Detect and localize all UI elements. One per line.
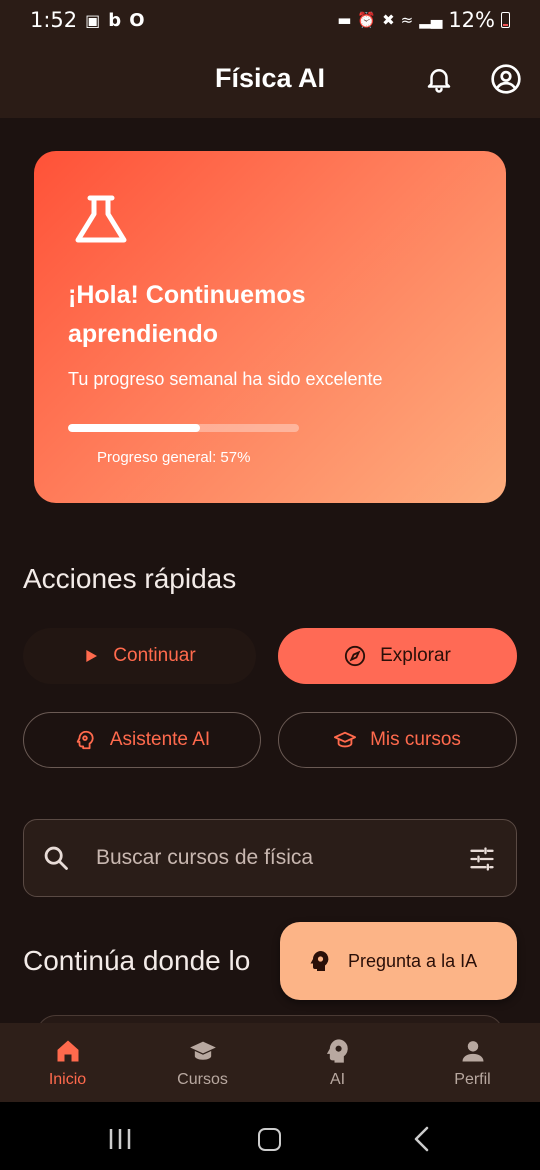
nav-item-perfil[interactable]: Perfil <box>405 1023 540 1102</box>
compass-icon <box>345 645 366 667</box>
progress-bar <box>68 424 299 432</box>
app-bar: Física AI <box>0 40 540 118</box>
ask-ai-fab[interactable]: Pregunta a la IA <box>280 922 517 1000</box>
bed-icon: ▬ <box>337 11 352 29</box>
back-icon[interactable] <box>412 1126 432 1152</box>
fab-label: Pregunta a la IA <box>348 950 478 971</box>
bell-icon <box>427 69 451 93</box>
status-left: 1:52 ▣ b O <box>30 8 145 32</box>
psychology-icon <box>326 1039 348 1063</box>
wifi-icon: ≈ <box>400 11 414 29</box>
nav-item-ai[interactable]: AI <box>270 1023 405 1102</box>
recents-icon[interactable] <box>108 1128 132 1150</box>
progress-label: Progreso general: 57% <box>97 449 251 466</box>
account-circle-icon <box>491 64 521 94</box>
alarm-icon: ⏰ <box>357 11 377 29</box>
nav-label-cursos: Cursos <box>177 1071 228 1088</box>
progress-fill <box>68 424 200 432</box>
status-bar: 1:52 ▣ b O ▬ ⏰ ✖ ≈ ▂▄ 12% <box>0 0 540 40</box>
person-icon <box>462 1041 483 1062</box>
psychology-icon <box>76 730 94 750</box>
nav-item-cursos[interactable]: Cursos <box>135 1023 270 1102</box>
status-right: ▬ ⏰ ✖ ≈ ▂▄ 12% <box>337 8 510 32</box>
play-icon <box>86 650 98 662</box>
my-courses-label: Mis cursos <box>370 729 461 750</box>
search-icon <box>44 846 68 870</box>
explore-button[interactable]: Explorar <box>278 628 517 684</box>
nav-item-inicio[interactable]: Inicio <box>0 1023 135 1102</box>
status-time: 1:52 <box>30 8 78 32</box>
search-box <box>23 819 517 897</box>
school-icon <box>334 731 357 748</box>
school-icon <box>189 1041 216 1060</box>
explore-label: Explorar <box>380 645 451 666</box>
nav-label-ai: AI <box>329 1071 346 1088</box>
b-icon: b <box>108 9 122 31</box>
home-icon <box>57 1040 78 1062</box>
psychology-icon <box>310 951 329 971</box>
home-button[interactable] <box>258 1128 281 1151</box>
nav-label-perfil: Perfil <box>454 1071 491 1088</box>
tune-icon[interactable] <box>468 845 496 873</box>
continue-button[interactable]: Continuar <box>23 628 256 684</box>
signal-icon: ▂▄ <box>419 11 443 29</box>
bottom-nav: Inicio Cursos AI Perfil <box>0 1023 540 1102</box>
notifications-button[interactable] <box>424 64 454 94</box>
hero-title: ¡Hola! Continuemos aprendiendo <box>68 281 306 348</box>
o-icon: O <box>129 9 145 31</box>
system-nav-bar <box>0 1102 540 1170</box>
mute-icon: ✖ <box>382 11 395 29</box>
quick-actions-title: Acciones rápidas <box>23 563 237 594</box>
image-icon: ▣ <box>85 10 101 30</box>
account-button[interactable] <box>490 63 522 95</box>
continue-section-title: Continúa donde lo <box>23 945 251 976</box>
nav-label-inicio: Inicio <box>48 1071 87 1088</box>
battery-level: 12% <box>448 8 495 32</box>
app-title: Física AI <box>214 63 326 93</box>
hero-subtitle: Tu progreso semanal ha sido excelente <box>68 369 383 389</box>
assistant-button[interactable]: Asistente AI <box>23 712 261 768</box>
flask-icon <box>75 195 127 243</box>
assistant-label: Asistente AI <box>109 729 211 750</box>
search-input[interactable] <box>96 840 456 876</box>
continue-label: Continuar <box>113 645 196 666</box>
battery-icon <box>501 12 510 28</box>
my-courses-button[interactable]: Mis cursos <box>278 712 517 768</box>
